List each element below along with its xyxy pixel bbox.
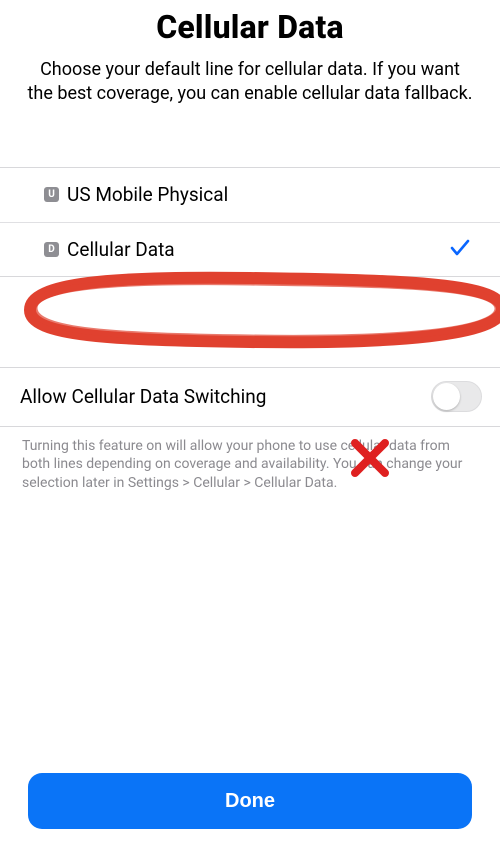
sim-badge-icon: D — [44, 242, 59, 257]
done-button[interactable]: Done — [28, 773, 472, 829]
page-title: Cellular Data — [20, 8, 480, 46]
line-option-label: US Mobile Physical — [67, 183, 228, 206]
sim-badge-icon: U — [44, 187, 59, 202]
page-subtitle: Choose your default line for cellular da… — [20, 58, 480, 107]
checkmark-icon — [450, 235, 470, 263]
switch-knob — [433, 383, 460, 410]
switch-group: Allow Cellular Data Switching — [0, 367, 500, 427]
line-option-label: Cellular Data — [67, 238, 175, 261]
allow-switching-row: Allow Cellular Data Switching — [0, 368, 500, 426]
line-option-us-mobile[interactable]: U US Mobile Physical — [0, 168, 500, 222]
line-option-cellular-data[interactable]: D Cellular Data — [0, 222, 500, 276]
allow-switching-toggle[interactable] — [431, 381, 482, 412]
footer-description: Turning this feature on will allow your … — [0, 427, 500, 494]
annotation-circle-icon — [0, 268, 500, 353]
switch-label: Allow Cellular Data Switching — [20, 385, 266, 408]
line-selection-group: U US Mobile Physical D Cellular Data — [0, 167, 500, 277]
header: Cellular Data Choose your default line f… — [0, 0, 500, 107]
